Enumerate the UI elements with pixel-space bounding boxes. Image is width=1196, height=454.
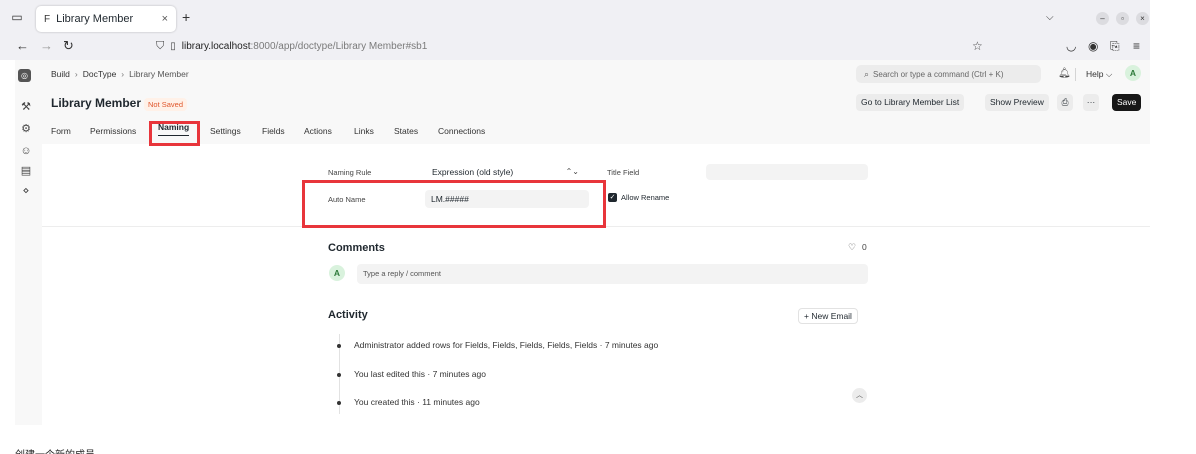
title-field-input[interactable] xyxy=(706,164,868,180)
minimize-icon[interactable]: – xyxy=(1096,12,1109,25)
close-window-icon[interactable]: × xyxy=(1136,12,1149,25)
nav-bar: ← → ↻ ⛉ ▯ library.localhost :8000/app/do… xyxy=(0,34,1150,60)
activity-item: Administrator added rows for Fields, Fie… xyxy=(354,340,659,350)
comment-placeholder: Type a reply / comment xyxy=(363,269,441,278)
timeline-dot xyxy=(337,344,341,348)
status-badge: Not Saved xyxy=(144,98,188,111)
print-icon[interactable]: ⎙ xyxy=(1057,94,1073,111)
activity-heading: Activity xyxy=(328,309,368,321)
show-preview-button[interactable]: Show Preview xyxy=(985,94,1049,111)
tab-states[interactable]: States xyxy=(394,126,418,136)
naming-rule-label: Naming Rule xyxy=(328,168,372,177)
like-count: 0 xyxy=(862,242,867,252)
more-button[interactable]: ··· xyxy=(1083,94,1099,111)
activity-item: You last edited this · 7 minutes ago xyxy=(354,369,486,379)
title-field-label: Title Field xyxy=(607,168,640,177)
search-icon: ⌕ xyxy=(864,68,870,79)
tools-icon[interactable]: ⚒ xyxy=(19,100,33,114)
tab-list-icon[interactable]: ▭ xyxy=(10,10,24,24)
avatar: A xyxy=(329,265,345,281)
tab-connections[interactable]: Connections xyxy=(438,126,485,136)
allow-rename-checkbox[interactable]: ✓ xyxy=(608,193,617,202)
back-icon[interactable]: ← xyxy=(16,39,29,53)
timeline-dot xyxy=(337,373,341,377)
chevron-right-icon: › xyxy=(74,69,78,79)
highlight-box-naming-tab xyxy=(149,121,200,146)
timeline-dot xyxy=(337,401,341,405)
integrations-icon[interactable]: ⚙ xyxy=(19,122,33,136)
shield-icon: ⛉ xyxy=(156,39,165,52)
side-rail: ◎ ⚒ ⚙ ☺ ▤ ⋄ xyxy=(15,60,42,425)
page-title: Library Member xyxy=(51,96,142,110)
allow-rename-label: Allow Rename xyxy=(621,193,670,202)
favicon-icon: F xyxy=(44,13,51,25)
restore-icon[interactable]: ▫ xyxy=(1116,12,1129,25)
extensions-icon[interactable]: ⎘ xyxy=(1110,39,1120,53)
go-to-list-button[interactable]: Go to Library Member List xyxy=(856,94,965,111)
url-host: library.localhost xyxy=(181,40,251,52)
tab-title: Library Member xyxy=(56,13,134,25)
users-icon[interactable]: ☺ xyxy=(19,144,33,158)
comment-input[interactable]: Type a reply / comment xyxy=(357,264,868,284)
breadcrumb-build[interactable]: Build xyxy=(51,69,70,79)
breadcrumb-doctype[interactable]: DocType xyxy=(83,69,117,79)
workflow-icon[interactable]: ⋄ xyxy=(19,184,33,198)
bell-icon[interactable]: 🔔︎ xyxy=(1058,68,1071,79)
chevron-down-icon[interactable]: ⌵ xyxy=(1046,12,1054,23)
highlight-box-auto-name xyxy=(302,180,606,228)
help-dropdown[interactable]: Help ⌵ xyxy=(1086,69,1112,80)
search-placeholder: Search or type a command (Ctrl + K) xyxy=(873,69,1004,79)
page-header: Library Member Not Saved Go to Library M… xyxy=(42,88,1150,116)
page-icon: ▯ xyxy=(170,40,176,52)
browser-tab[interactable]: F Library Member × xyxy=(36,6,176,32)
breadcrumb-current[interactable]: Library Member xyxy=(129,69,189,79)
heart-icon[interactable]: ♡ xyxy=(848,242,856,253)
tab-bar: ▭ F Library Member × + ⌵ – ▫ × xyxy=(0,0,1150,34)
close-tab-icon[interactable]: × xyxy=(162,13,168,25)
form-tabs: Form Permissions Naming Settings Fields … xyxy=(42,116,1150,144)
breadcrumb: Build › DocType › Library Member xyxy=(51,69,189,79)
tab-fields[interactable]: Fields xyxy=(262,126,285,136)
activity-item: You created this · 11 minutes ago xyxy=(354,397,480,407)
avatar[interactable]: A xyxy=(1125,65,1141,81)
url-bar[interactable]: ⛉ ▯ library.localhost :8000/app/doctype/… xyxy=(150,35,995,57)
search-input[interactable]: ⌕ Search or type a command (Ctrl + K) xyxy=(856,65,1041,83)
save-button[interactable]: Save xyxy=(1112,94,1142,111)
comments-heading: Comments xyxy=(328,242,385,254)
account-icon[interactable]: ◉ xyxy=(1088,39,1098,53)
new-email-button[interactable]: + New Email xyxy=(798,308,858,324)
tab-actions[interactable]: Actions xyxy=(304,126,332,136)
divider xyxy=(1075,68,1076,81)
reload-icon[interactable]: ↻ xyxy=(63,39,74,53)
url-path: :8000/app/doctype/Library Member#sb1 xyxy=(250,40,428,52)
app-logo-icon[interactable]: ◎ xyxy=(18,69,31,82)
tab-settings[interactable]: Settings xyxy=(210,126,241,136)
tab-links[interactable]: Links xyxy=(354,126,374,136)
forward-icon[interactable]: → xyxy=(40,39,53,53)
help-label: Help xyxy=(1086,69,1104,79)
select-caret-icon: ⌃⌄ xyxy=(565,167,579,176)
new-tab-button[interactable]: + xyxy=(182,10,190,24)
app-container: ◎ ⚒ ⚙ ☺ ▤ ⋄ Build › DocType › Library Member… xyxy=(15,60,1150,425)
tab-permissions[interactable]: Permissions xyxy=(90,126,136,136)
app-topbar: Build › DocType › Library Member ⌕ Search or… xyxy=(42,60,1150,88)
menu-icon[interactable]: ≡ xyxy=(1133,39,1140,53)
scroll-to-top-icon[interactable]: ︿ xyxy=(852,388,867,403)
pocket-icon[interactable]: ◡ xyxy=(1066,39,1076,53)
naming-rule-select[interactable]: Expression (old style) ⌃⌄ xyxy=(428,164,587,180)
browser-chrome: ▭ F Library Member × + ⌵ – ▫ × ← → ↻ ⛉ ▯… xyxy=(0,0,1150,60)
caption: 创建一个新的成员 xyxy=(15,446,95,454)
chevron-right-icon: › xyxy=(121,69,125,79)
chevron-down-icon: ⌵ xyxy=(1105,69,1113,79)
bookmark-star-icon[interactable]: ☆ xyxy=(972,39,983,53)
tab-form[interactable]: Form xyxy=(51,126,71,136)
naming-rule-value: Expression (old style) xyxy=(432,167,514,177)
calendar-icon[interactable]: ▤ xyxy=(19,164,33,178)
